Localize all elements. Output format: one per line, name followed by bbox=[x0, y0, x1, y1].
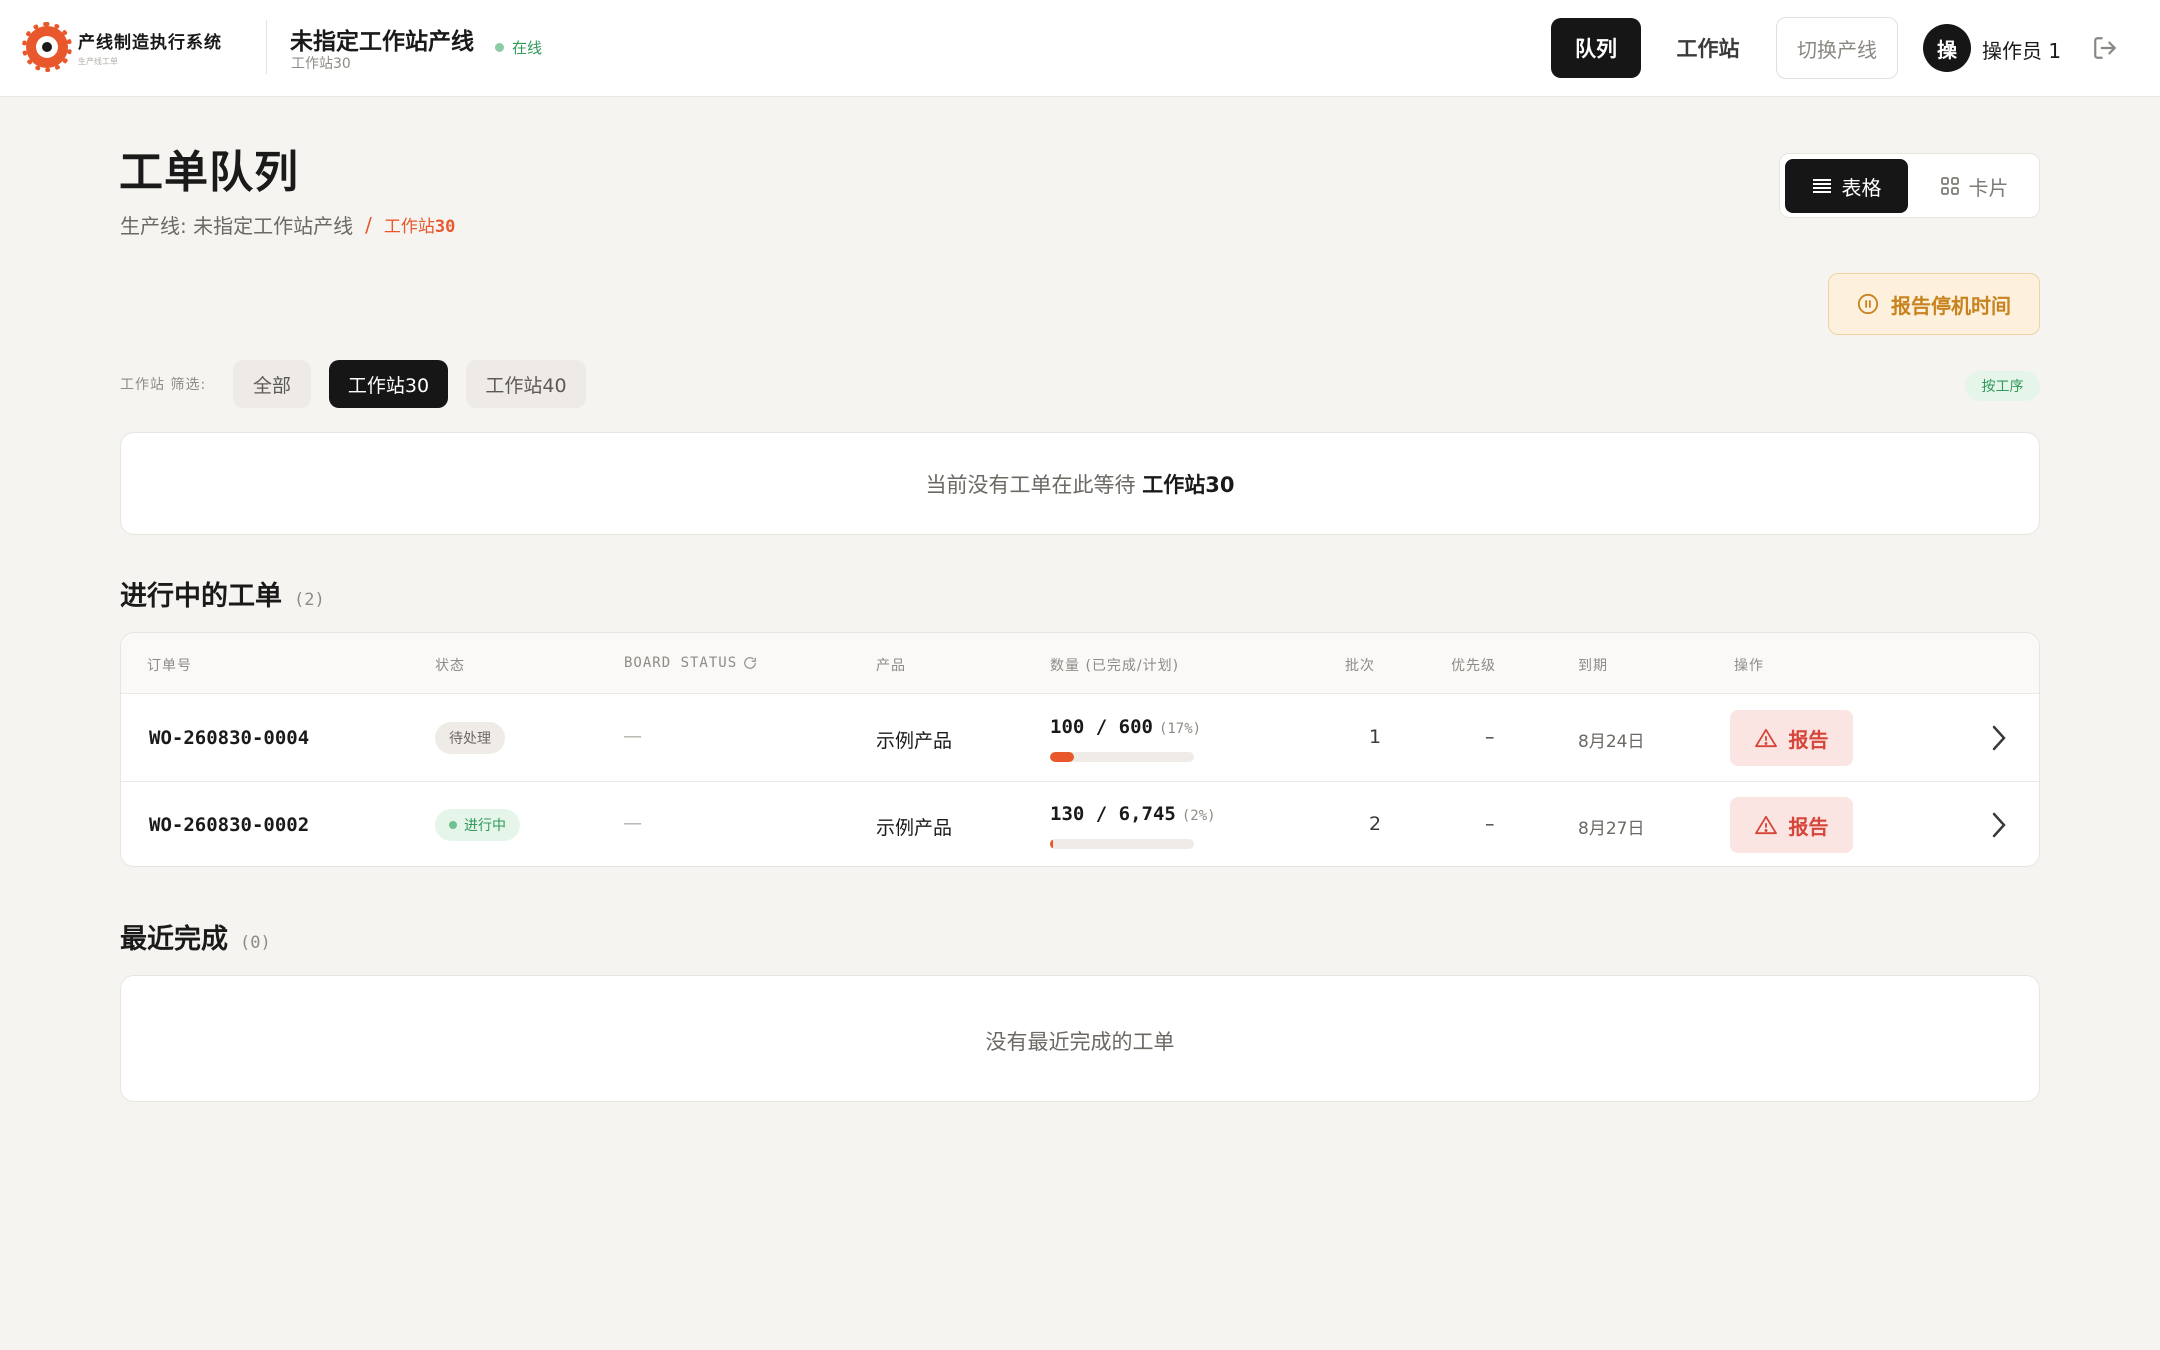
waiting-station: 工作站30 bbox=[1142, 473, 1235, 497]
recent-empty-card: 没有最近完成的工单 bbox=[120, 975, 2040, 1102]
filter-chip-all[interactable]: 全部 bbox=[233, 360, 311, 408]
table-header: 订单号 状态 BOARD STATUS 产品 数量 (已完成/计划) 批次 优先… bbox=[121, 633, 2039, 694]
switch-line-button[interactable]: 切换产线 bbox=[1776, 17, 1898, 79]
table-row[interactable]: WO-260830-0002 进行中 — 示例产品 130 / 6,745 (2%… bbox=[121, 781, 2039, 866]
col-actions: 操作 bbox=[1734, 658, 1764, 674]
due-date: 8月24日 bbox=[1578, 732, 1645, 752]
gear-logo-icon bbox=[22, 22, 72, 72]
filter-chip-station-40[interactable]: 工作站40 bbox=[466, 360, 586, 408]
report-downtime-button[interactable]: 报告停机时间 bbox=[1828, 273, 2040, 335]
station-name: 工作站30 bbox=[291, 56, 351, 72]
chevron-right-icon[interactable] bbox=[1989, 810, 2009, 840]
nav-station-button[interactable]: 工作站 bbox=[1660, 18, 1756, 78]
waiting-empty-card: 当前没有工单在此等待 工作站30 bbox=[120, 432, 2040, 535]
breadcrumb-station: 工作站30 bbox=[383, 217, 456, 237]
logout-icon[interactable] bbox=[2092, 35, 2118, 61]
view-table-button[interactable]: 表格 bbox=[1785, 159, 1908, 213]
recent-empty-text: 没有最近完成的工单 bbox=[985, 1030, 1175, 1054]
online-dot-icon bbox=[495, 43, 504, 52]
view-table-label: 表格 bbox=[1841, 175, 1882, 200]
progress-bar bbox=[1050, 752, 1194, 762]
view-card-button[interactable]: 卡片 bbox=[1914, 159, 2035, 213]
filter-chip-station-30[interactable]: 工作站30 bbox=[329, 360, 448, 408]
refresh-icon[interactable] bbox=[743, 656, 757, 670]
product-name: 示例产品 bbox=[876, 817, 953, 839]
online-label: 在线 bbox=[512, 39, 543, 57]
report-button[interactable]: 报告 bbox=[1730, 710, 1853, 766]
col-batch: 批次 bbox=[1345, 658, 1375, 674]
breadcrumb: 生产线: 未指定工作站产线 / 工作站30 bbox=[120, 210, 455, 239]
progress-bar bbox=[1050, 839, 1194, 849]
batch-value: 2 bbox=[1369, 813, 1382, 835]
breadcrumb-separator: / bbox=[365, 212, 372, 237]
app-logo[interactable]: 产线制造执行系统 生产线工单 bbox=[22, 22, 222, 72]
recent-title: 最近完成 (0) bbox=[120, 924, 271, 955]
priority-value: – bbox=[1485, 726, 1495, 748]
col-product: 产品 bbox=[876, 658, 906, 674]
in-progress-count: (2) bbox=[294, 590, 325, 610]
avatar[interactable]: 操 bbox=[1923, 24, 1971, 72]
board-status-value: — bbox=[623, 725, 642, 747]
report-downtime-label: 报告停机时间 bbox=[1891, 293, 2011, 318]
order-number[interactable]: WO-260830-0002 bbox=[149, 814, 309, 836]
view-card-label: 卡片 bbox=[1968, 175, 2009, 200]
in-progress-table: 订单号 状态 BOARD STATUS 产品 数量 (已完成/计划) 批次 优先… bbox=[120, 632, 2040, 867]
board-status-value: — bbox=[623, 812, 642, 834]
col-order: 订单号 bbox=[147, 658, 192, 674]
table-row[interactable]: WO-260830-0004 待处理 — 示例产品 100 / 600 (17%)… bbox=[121, 695, 2039, 781]
order-number[interactable]: WO-260830-0004 bbox=[149, 727, 309, 749]
view-toggle: 表格 卡片 bbox=[1779, 153, 2040, 218]
priority-value: – bbox=[1485, 813, 1495, 835]
report-button[interactable]: 报告 bbox=[1730, 797, 1853, 853]
progress-fill bbox=[1050, 752, 1075, 762]
batch-value: 1 bbox=[1369, 726, 1382, 748]
page-title: 工单队列 bbox=[119, 147, 299, 198]
warning-icon bbox=[1754, 815, 1777, 835]
status-badge: 待处理 bbox=[435, 722, 505, 754]
status-dot-icon bbox=[449, 821, 457, 829]
recent-count: (0) bbox=[240, 933, 271, 953]
grid-icon bbox=[1940, 177, 1959, 195]
header-divider bbox=[266, 20, 267, 74]
pause-circle-icon bbox=[1857, 293, 1879, 315]
top-bar: 产线制造执行系统 生产线工单 未指定工作站产线 工作站30 在线 队列 工作站 … bbox=[0, 0, 2160, 97]
quantity: 130 / 6,745 (2%) bbox=[1050, 803, 1216, 825]
breadcrumb-line[interactable]: 生产线: 未指定工作站产线 bbox=[120, 210, 353, 239]
quantity: 100 / 600 (17%) bbox=[1050, 716, 1202, 738]
col-priority: 优先级 bbox=[1451, 658, 1496, 674]
app-subtitle: 生产线工单 bbox=[78, 56, 118, 66]
list-icon bbox=[1812, 179, 1831, 193]
online-status: 在线 bbox=[495, 37, 542, 58]
filter-label: 工作站 筛选: bbox=[120, 377, 207, 393]
status-badge: 进行中 bbox=[435, 809, 520, 841]
product-name: 示例产品 bbox=[876, 730, 953, 752]
operator-name[interactable]: 操作员 1 bbox=[1982, 35, 2061, 64]
col-board-status[interactable]: BOARD STATUS bbox=[624, 655, 757, 671]
app-title: 产线制造执行系统 bbox=[78, 32, 222, 53]
line-name: 未指定工作站产线 bbox=[290, 29, 474, 55]
chevron-right-icon[interactable] bbox=[1989, 723, 2009, 753]
due-date: 8月27日 bbox=[1578, 819, 1645, 839]
col-due: 到期 bbox=[1578, 658, 1608, 674]
nav-queue-button[interactable]: 队列 bbox=[1551, 18, 1641, 78]
waiting-empty-text: 当前没有工单在此等待 工作站30 bbox=[925, 473, 1235, 497]
warning-icon bbox=[1754, 728, 1777, 748]
col-status: 状态 bbox=[435, 658, 465, 674]
col-quantity: 数量 (已完成/计划) bbox=[1050, 658, 1180, 674]
progress-fill bbox=[1050, 839, 1053, 849]
in-progress-title: 进行中的工单 (2) bbox=[120, 581, 325, 612]
sort-badge[interactable]: 按工序 bbox=[1965, 371, 2040, 401]
